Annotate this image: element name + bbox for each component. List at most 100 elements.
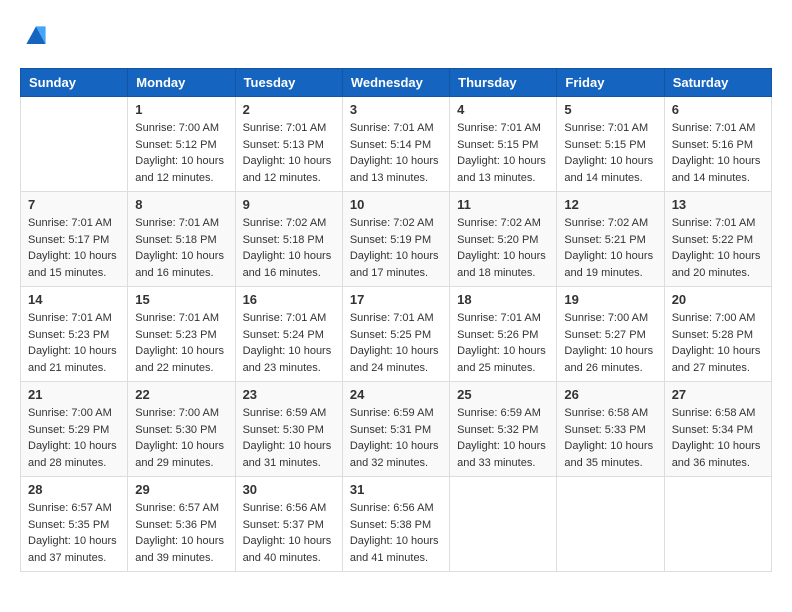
sunset: Sunset: 5:35 PM	[28, 519, 109, 531]
daylight: Daylight: 10 hours and 17 minutes.	[350, 250, 439, 279]
daylight: Daylight: 10 hours and 22 minutes.	[135, 345, 224, 374]
calendar-week-4: 21 Sunrise: 7:00 AM Sunset: 5:29 PM Dayl…	[21, 382, 772, 477]
day-number: 4	[457, 102, 549, 117]
daylight: Daylight: 10 hours and 27 minutes.	[672, 345, 761, 374]
day-number: 25	[457, 387, 549, 402]
sunset: Sunset: 5:20 PM	[457, 234, 538, 246]
calendar-cell: 21 Sunrise: 7:00 AM Sunset: 5:29 PM Dayl…	[21, 382, 128, 477]
sunrise: Sunrise: 7:01 AM	[564, 122, 648, 134]
sunrise: Sunrise: 7:01 AM	[672, 217, 756, 229]
calendar-cell: 5 Sunrise: 7:01 AM Sunset: 5:15 PM Dayli…	[557, 97, 664, 192]
sunset: Sunset: 5:18 PM	[135, 234, 216, 246]
sunset: Sunset: 5:13 PM	[243, 139, 324, 151]
sunrise: Sunrise: 7:01 AM	[457, 122, 541, 134]
daylight: Daylight: 10 hours and 31 minutes.	[243, 440, 332, 469]
sunrise: Sunrise: 7:02 AM	[243, 217, 327, 229]
day-number: 28	[28, 482, 120, 497]
day-info: Sunrise: 6:59 AM Sunset: 5:30 PM Dayligh…	[243, 405, 335, 471]
day-number: 12	[564, 197, 656, 212]
sunrise: Sunrise: 7:01 AM	[457, 312, 541, 324]
sunrise: Sunrise: 7:02 AM	[350, 217, 434, 229]
daylight: Daylight: 10 hours and 20 minutes.	[672, 250, 761, 279]
sunrise: Sunrise: 7:01 AM	[28, 312, 112, 324]
sunset: Sunset: 5:25 PM	[350, 329, 431, 341]
day-info: Sunrise: 6:57 AM Sunset: 5:35 PM Dayligh…	[28, 500, 120, 566]
day-info: Sunrise: 7:01 AM Sunset: 5:15 PM Dayligh…	[457, 120, 549, 186]
daylight: Daylight: 10 hours and 12 minutes.	[243, 155, 332, 184]
sunset: Sunset: 5:30 PM	[135, 424, 216, 436]
daylight: Daylight: 10 hours and 13 minutes.	[350, 155, 439, 184]
calendar-cell: 25 Sunrise: 6:59 AM Sunset: 5:32 PM Dayl…	[450, 382, 557, 477]
day-info: Sunrise: 7:02 AM Sunset: 5:20 PM Dayligh…	[457, 215, 549, 281]
daylight: Daylight: 10 hours and 29 minutes.	[135, 440, 224, 469]
sunrise: Sunrise: 7:01 AM	[135, 312, 219, 324]
day-info: Sunrise: 7:02 AM Sunset: 5:21 PM Dayligh…	[564, 215, 656, 281]
sunset: Sunset: 5:29 PM	[28, 424, 109, 436]
day-info: Sunrise: 7:00 AM Sunset: 5:29 PM Dayligh…	[28, 405, 120, 471]
day-info: Sunrise: 6:58 AM Sunset: 5:33 PM Dayligh…	[564, 405, 656, 471]
day-number: 19	[564, 292, 656, 307]
day-number: 21	[28, 387, 120, 402]
sunset: Sunset: 5:21 PM	[564, 234, 645, 246]
sunrise: Sunrise: 6:59 AM	[350, 407, 434, 419]
day-info: Sunrise: 7:01 AM Sunset: 5:16 PM Dayligh…	[672, 120, 764, 186]
sunset: Sunset: 5:34 PM	[672, 424, 753, 436]
day-info: Sunrise: 6:59 AM Sunset: 5:31 PM Dayligh…	[350, 405, 442, 471]
sunrise: Sunrise: 6:58 AM	[564, 407, 648, 419]
daylight: Daylight: 10 hours and 19 minutes.	[564, 250, 653, 279]
sunrise: Sunrise: 6:57 AM	[28, 502, 112, 514]
calendar-cell: 3 Sunrise: 7:01 AM Sunset: 5:14 PM Dayli…	[342, 97, 449, 192]
day-number: 22	[135, 387, 227, 402]
day-number: 15	[135, 292, 227, 307]
day-info: Sunrise: 7:01 AM Sunset: 5:23 PM Dayligh…	[28, 310, 120, 376]
day-info: Sunrise: 7:01 AM Sunset: 5:26 PM Dayligh…	[457, 310, 549, 376]
calendar-cell: 15 Sunrise: 7:01 AM Sunset: 5:23 PM Dayl…	[128, 287, 235, 382]
daylight: Daylight: 10 hours and 32 minutes.	[350, 440, 439, 469]
sunrise: Sunrise: 7:01 AM	[28, 217, 112, 229]
calendar-week-1: 1 Sunrise: 7:00 AM Sunset: 5:12 PM Dayli…	[21, 97, 772, 192]
page-header	[20, 20, 772, 52]
day-number: 14	[28, 292, 120, 307]
calendar-cell: 10 Sunrise: 7:02 AM Sunset: 5:19 PM Dayl…	[342, 192, 449, 287]
sunset: Sunset: 5:22 PM	[672, 234, 753, 246]
day-info: Sunrise: 6:58 AM Sunset: 5:34 PM Dayligh…	[672, 405, 764, 471]
sunset: Sunset: 5:24 PM	[243, 329, 324, 341]
sunset: Sunset: 5:38 PM	[350, 519, 431, 531]
header-friday: Friday	[557, 69, 664, 97]
calendar-cell: 2 Sunrise: 7:01 AM Sunset: 5:13 PM Dayli…	[235, 97, 342, 192]
calendar-header-row: SundayMondayTuesdayWednesdayThursdayFrid…	[21, 69, 772, 97]
sunset: Sunset: 5:37 PM	[243, 519, 324, 531]
day-number: 20	[672, 292, 764, 307]
calendar-cell: 8 Sunrise: 7:01 AM Sunset: 5:18 PM Dayli…	[128, 192, 235, 287]
calendar-cell	[450, 477, 557, 572]
day-number: 7	[28, 197, 120, 212]
day-info: Sunrise: 6:56 AM Sunset: 5:37 PM Dayligh…	[243, 500, 335, 566]
day-number: 3	[350, 102, 442, 117]
sunset: Sunset: 5:14 PM	[350, 139, 431, 151]
calendar-table: SundayMondayTuesdayWednesdayThursdayFrid…	[20, 68, 772, 572]
calendar-cell: 17 Sunrise: 7:01 AM Sunset: 5:25 PM Dayl…	[342, 287, 449, 382]
daylight: Daylight: 10 hours and 37 minutes.	[28, 535, 117, 564]
day-info: Sunrise: 6:59 AM Sunset: 5:32 PM Dayligh…	[457, 405, 549, 471]
sunrise: Sunrise: 6:58 AM	[672, 407, 756, 419]
calendar-cell: 24 Sunrise: 6:59 AM Sunset: 5:31 PM Dayl…	[342, 382, 449, 477]
day-number: 11	[457, 197, 549, 212]
header-saturday: Saturday	[664, 69, 771, 97]
day-info: Sunrise: 7:01 AM Sunset: 5:22 PM Dayligh…	[672, 215, 764, 281]
daylight: Daylight: 10 hours and 28 minutes.	[28, 440, 117, 469]
daylight: Daylight: 10 hours and 23 minutes.	[243, 345, 332, 374]
sunset: Sunset: 5:12 PM	[135, 139, 216, 151]
sunset: Sunset: 5:30 PM	[243, 424, 324, 436]
day-number: 1	[135, 102, 227, 117]
sunset: Sunset: 5:15 PM	[564, 139, 645, 151]
daylight: Daylight: 10 hours and 16 minutes.	[135, 250, 224, 279]
sunrise: Sunrise: 7:00 AM	[135, 122, 219, 134]
day-info: Sunrise: 7:00 AM Sunset: 5:27 PM Dayligh…	[564, 310, 656, 376]
daylight: Daylight: 10 hours and 14 minutes.	[564, 155, 653, 184]
day-info: Sunrise: 6:57 AM Sunset: 5:36 PM Dayligh…	[135, 500, 227, 566]
calendar-cell: 11 Sunrise: 7:02 AM Sunset: 5:20 PM Dayl…	[450, 192, 557, 287]
sunset: Sunset: 5:19 PM	[350, 234, 431, 246]
sunset: Sunset: 5:36 PM	[135, 519, 216, 531]
calendar-cell: 18 Sunrise: 7:01 AM Sunset: 5:26 PM Dayl…	[450, 287, 557, 382]
day-number: 13	[672, 197, 764, 212]
